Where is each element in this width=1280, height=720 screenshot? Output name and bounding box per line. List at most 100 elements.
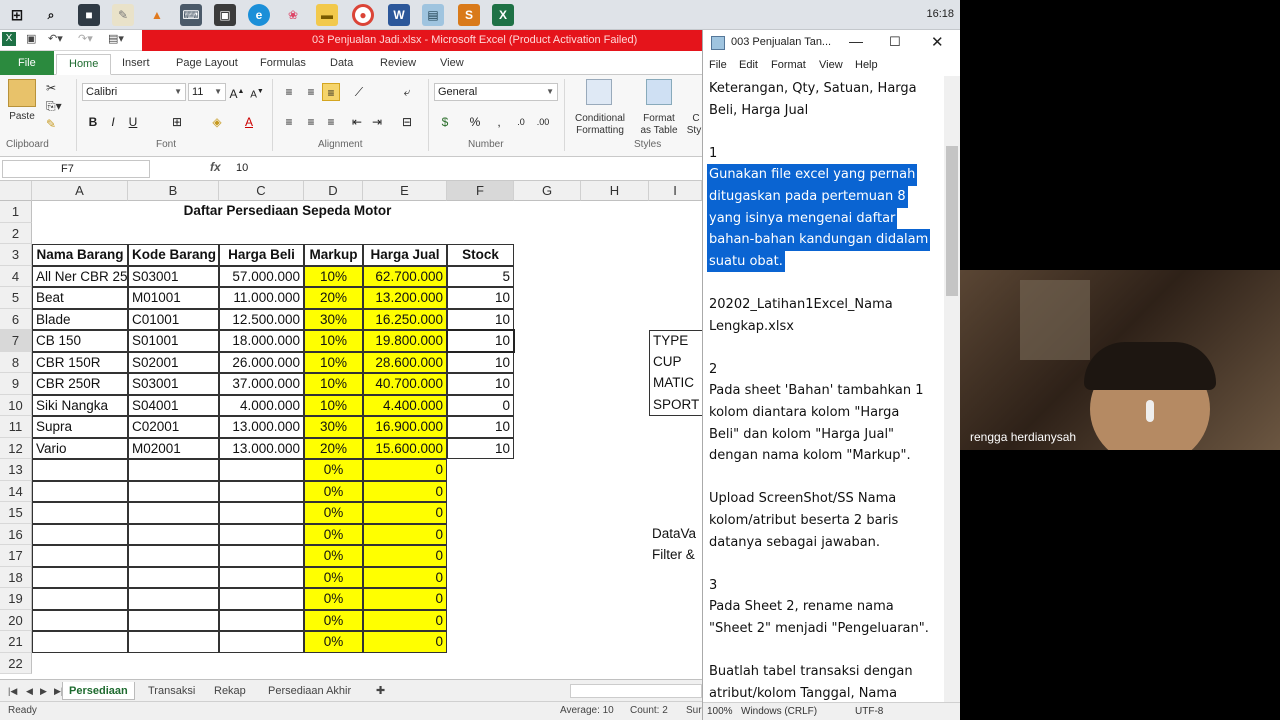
align-bottom-icon[interactable]: ≡	[322, 83, 340, 101]
column-header-e[interactable]: E	[363, 181, 447, 201]
row-header[interactable]: 7	[0, 330, 32, 352]
vlc-icon[interactable]: ▲	[146, 4, 168, 26]
table-cell[interactable]: 0	[447, 394, 514, 416]
table-cell[interactable]: M01001	[128, 287, 219, 309]
table-header-cell[interactable]: Stock	[447, 244, 514, 266]
table-cell[interactable]: 10	[447, 373, 514, 395]
save-icon[interactable]: ▣	[26, 32, 36, 48]
table-cell[interactable]	[32, 588, 128, 610]
formula-input[interactable]: 10	[236, 162, 248, 174]
table-cell[interactable]: Supra	[32, 416, 128, 438]
excel-app-icon[interactable]: X	[2, 32, 16, 46]
table-cell[interactable]: 0%	[304, 566, 363, 588]
table-cell[interactable]	[219, 631, 304, 653]
table-cell[interactable]	[32, 502, 128, 524]
cut-icon[interactable]: ✂	[46, 81, 56, 95]
tab-formulas[interactable]: Formulas	[248, 54, 318, 75]
table-cell[interactable]: 30%	[304, 416, 363, 438]
tab-view[interactable]: View	[428, 54, 476, 75]
row-header[interactable]: 14	[0, 480, 32, 502]
select-all-corner[interactable]	[0, 181, 32, 201]
table-cell[interactable]	[447, 502, 514, 524]
table-cell[interactable]	[32, 631, 128, 653]
row-header[interactable]: 5	[0, 287, 32, 309]
table-cell[interactable]	[219, 609, 304, 631]
table-header-cell[interactable]: Harga Jual	[363, 244, 447, 266]
increase-indent-icon[interactable]: ⇥	[368, 113, 386, 131]
row-header[interactable]: 1	[0, 201, 32, 223]
table-cell[interactable]: 10%	[304, 394, 363, 416]
table-cell[interactable]	[128, 588, 219, 610]
table-cell[interactable]: 0%	[304, 588, 363, 610]
table-cell[interactable]: CB 150	[32, 330, 128, 352]
row-header[interactable]: 13	[0, 459, 32, 481]
table-cell[interactable]	[128, 523, 219, 545]
table-cell[interactable]: 10	[447, 416, 514, 438]
row-header[interactable]: 20	[0, 609, 32, 631]
table-cell[interactable]: 0%	[304, 545, 363, 567]
keyboard-icon[interactable]: ⌨	[180, 4, 202, 26]
font-size-select[interactable]: 11 ▼	[188, 83, 226, 101]
table-cell[interactable]: 10%	[304, 373, 363, 395]
table-cell[interactable]: 11.000.000	[219, 287, 304, 309]
cell-styles-button[interactable]: C	[690, 113, 702, 124]
table-cell[interactable]: All Ner CBR 25	[32, 265, 128, 287]
merge-center-icon[interactable]: ⊟	[398, 113, 416, 131]
menu-file[interactable]: File	[709, 59, 727, 71]
table-header-cell[interactable]: Harga Beli	[219, 244, 304, 266]
side-note-cell[interactable]: DataVa	[649, 524, 702, 546]
table-cell[interactable]	[128, 545, 219, 567]
conditional-formatting-button[interactable]: Conditional	[568, 113, 632, 124]
column-header-g[interactable]: G	[514, 181, 581, 201]
table-cell[interactable]: 28.600.000	[363, 351, 447, 373]
font-name-select[interactable]: Calibri ▼	[82, 83, 186, 101]
table-cell[interactable]: 10%	[304, 265, 363, 287]
row-header[interactable]: 6	[0, 308, 32, 330]
row-header[interactable]: 2	[0, 222, 32, 244]
table-cell[interactable]	[128, 631, 219, 653]
decrease-indent-icon[interactable]: ⇤	[348, 113, 366, 131]
table-cell[interactable]	[447, 610, 514, 632]
format-as-table-button[interactable]: Format	[634, 113, 684, 124]
number-format-select[interactable]: General ▼	[434, 83, 558, 101]
row-header[interactable]: 3	[0, 244, 32, 266]
row-header[interactable]: 22	[0, 652, 32, 674]
table-cell[interactable]: C02001	[128, 416, 219, 438]
insert-function-icon[interactable]: fx	[210, 160, 221, 174]
type-list-cell[interactable]: MATIC	[649, 373, 702, 395]
table-cell[interactable]: 18.000.000	[219, 330, 304, 352]
table-cell[interactable]: 4.000.000	[219, 394, 304, 416]
table-cell[interactable]: 57.000.000	[219, 265, 304, 287]
align-center-icon[interactable]: ≡	[302, 113, 320, 131]
name-box[interactable]: F7	[2, 160, 150, 178]
insert-sheet-icon[interactable]: ✚	[370, 682, 391, 700]
table-cell[interactable]	[447, 545, 514, 567]
table-cell[interactable]	[219, 545, 304, 567]
table-cell[interactable]: 0	[363, 480, 447, 502]
table-cell[interactable]: 15.600.000	[363, 437, 447, 459]
row-header[interactable]: 4	[0, 265, 32, 287]
table-cell[interactable]: 10	[447, 437, 514, 459]
table-cell[interactable]	[128, 566, 219, 588]
table-cell[interactable]: Vario	[32, 437, 128, 459]
table-cell[interactable]: 4.400.000	[363, 394, 447, 416]
undo-icon[interactable]: ↶▾	[48, 32, 63, 48]
percent-style-icon[interactable]: %	[466, 113, 484, 131]
sublime-icon[interactable]: S	[458, 4, 480, 26]
table-cell[interactable]: Siki Nangka	[32, 394, 128, 416]
table-cell[interactable]: 10	[447, 351, 514, 373]
column-header-i[interactable]: I	[649, 181, 702, 201]
table-cell[interactable]	[219, 523, 304, 545]
table-header-cell[interactable]: Markup	[304, 244, 363, 266]
excel-icon[interactable]: X	[492, 4, 514, 26]
paint-icon[interactable]: ✎	[112, 4, 134, 26]
table-cell[interactable]: 0%	[304, 609, 363, 631]
table-cell[interactable]: 0%	[304, 523, 363, 545]
menu-format[interactable]: Format	[771, 59, 806, 71]
table-cell[interactable]	[32, 566, 128, 588]
print-preview-icon[interactable]: ▤▾	[108, 32, 124, 48]
format-painter-icon[interactable]: ✎	[46, 117, 56, 131]
table-cell[interactable]	[32, 523, 128, 545]
column-header-h[interactable]: H	[581, 181, 649, 201]
column-header-d[interactable]: D	[304, 181, 363, 201]
